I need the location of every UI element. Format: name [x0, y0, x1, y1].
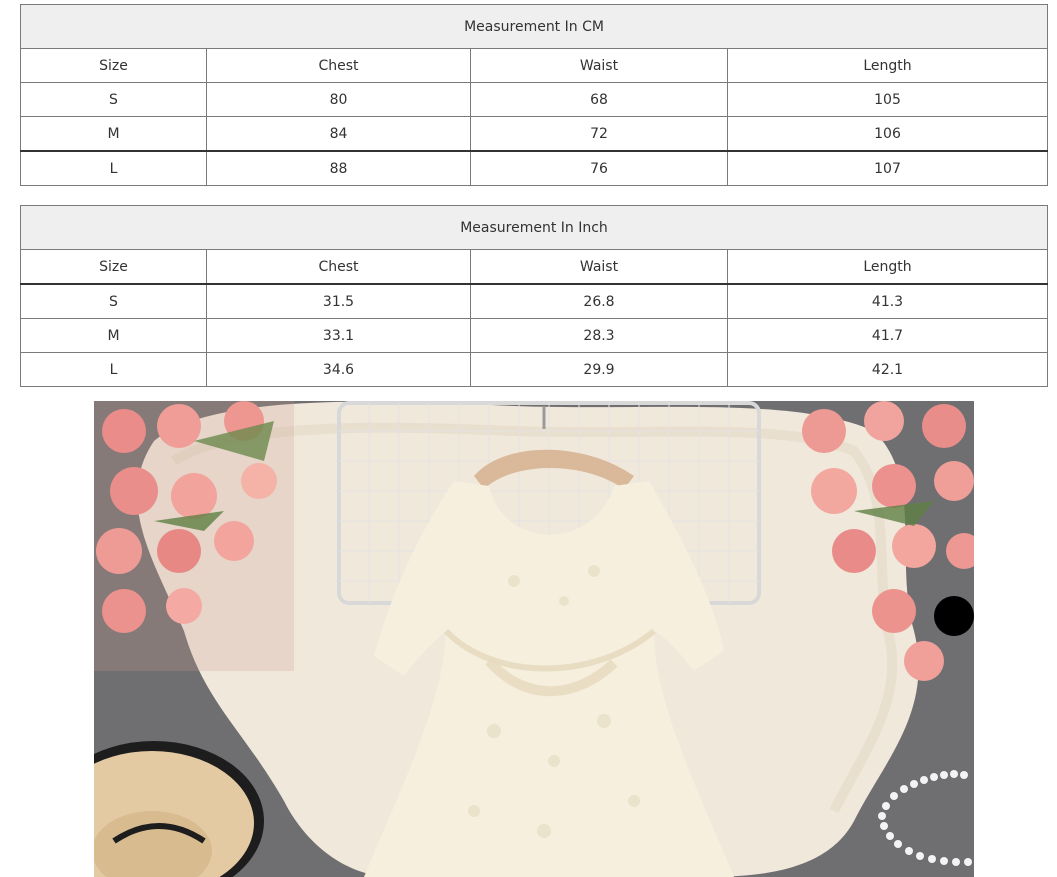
column-header-size: Size — [20, 48, 207, 83]
column-header-length: Length — [727, 249, 1048, 285]
column-header-chest: Chest — [206, 48, 471, 83]
table-cell: 105 — [727, 82, 1048, 117]
table-cell: 26.8 — [470, 283, 728, 319]
table-cell: 107 — [727, 150, 1048, 186]
table-cell: 76 — [470, 150, 728, 186]
column-header-waist: Waist — [470, 249, 728, 285]
table-cell: 68 — [470, 82, 728, 117]
table-title: Measurement In Inch — [20, 205, 1048, 250]
table-cell: 29.9 — [470, 352, 728, 387]
table-cell: 72 — [470, 116, 728, 152]
table-cell: M — [20, 116, 207, 152]
table-cell: 41.3 — [727, 283, 1048, 319]
table-cell: 28.3 — [470, 318, 728, 353]
column-header-length: Length — [727, 48, 1048, 83]
table-cell: 84 — [206, 116, 471, 152]
table-cell: 34.6 — [206, 352, 471, 387]
table-row: M 84 72 106 — [20, 116, 1048, 152]
column-header-waist: Waist — [470, 48, 728, 83]
table-row: L 34.6 29.9 42.1 — [20, 352, 1048, 387]
table-cell: 33.1 — [206, 318, 471, 353]
table-cell: M — [20, 318, 207, 353]
table-row: L 88 76 107 — [20, 150, 1048, 186]
table-cell: S — [20, 283, 207, 319]
table-row: S 31.5 26.8 41.3 — [20, 283, 1048, 319]
table-row: S 80 68 105 — [20, 82, 1048, 117]
table-cell: 88 — [206, 150, 471, 186]
column-header-chest: Chest — [206, 249, 471, 285]
table-cell: 41.7 — [727, 318, 1048, 353]
size-table-cm: Measurement In CM Size Chest Waist Lengt… — [20, 4, 1048, 186]
column-header-size: Size — [20, 249, 207, 285]
table-cell: L — [20, 352, 207, 387]
table-cell: S — [20, 82, 207, 117]
table-cell: 80 — [206, 82, 471, 117]
table-row: M 33.1 28.3 41.7 — [20, 318, 1048, 353]
product-photo — [94, 401, 974, 877]
table-cell: 42.1 — [727, 352, 1048, 387]
table-cell: 106 — [727, 116, 1048, 152]
table-title: Measurement In CM — [20, 4, 1048, 49]
roses-left — [94, 401, 294, 671]
size-table-inch: Measurement In Inch Size Chest Waist Len… — [20, 205, 1048, 387]
dress-photo-illustration — [94, 401, 974, 877]
table-cell: 31.5 — [206, 283, 471, 319]
table-cell: L — [20, 150, 207, 186]
